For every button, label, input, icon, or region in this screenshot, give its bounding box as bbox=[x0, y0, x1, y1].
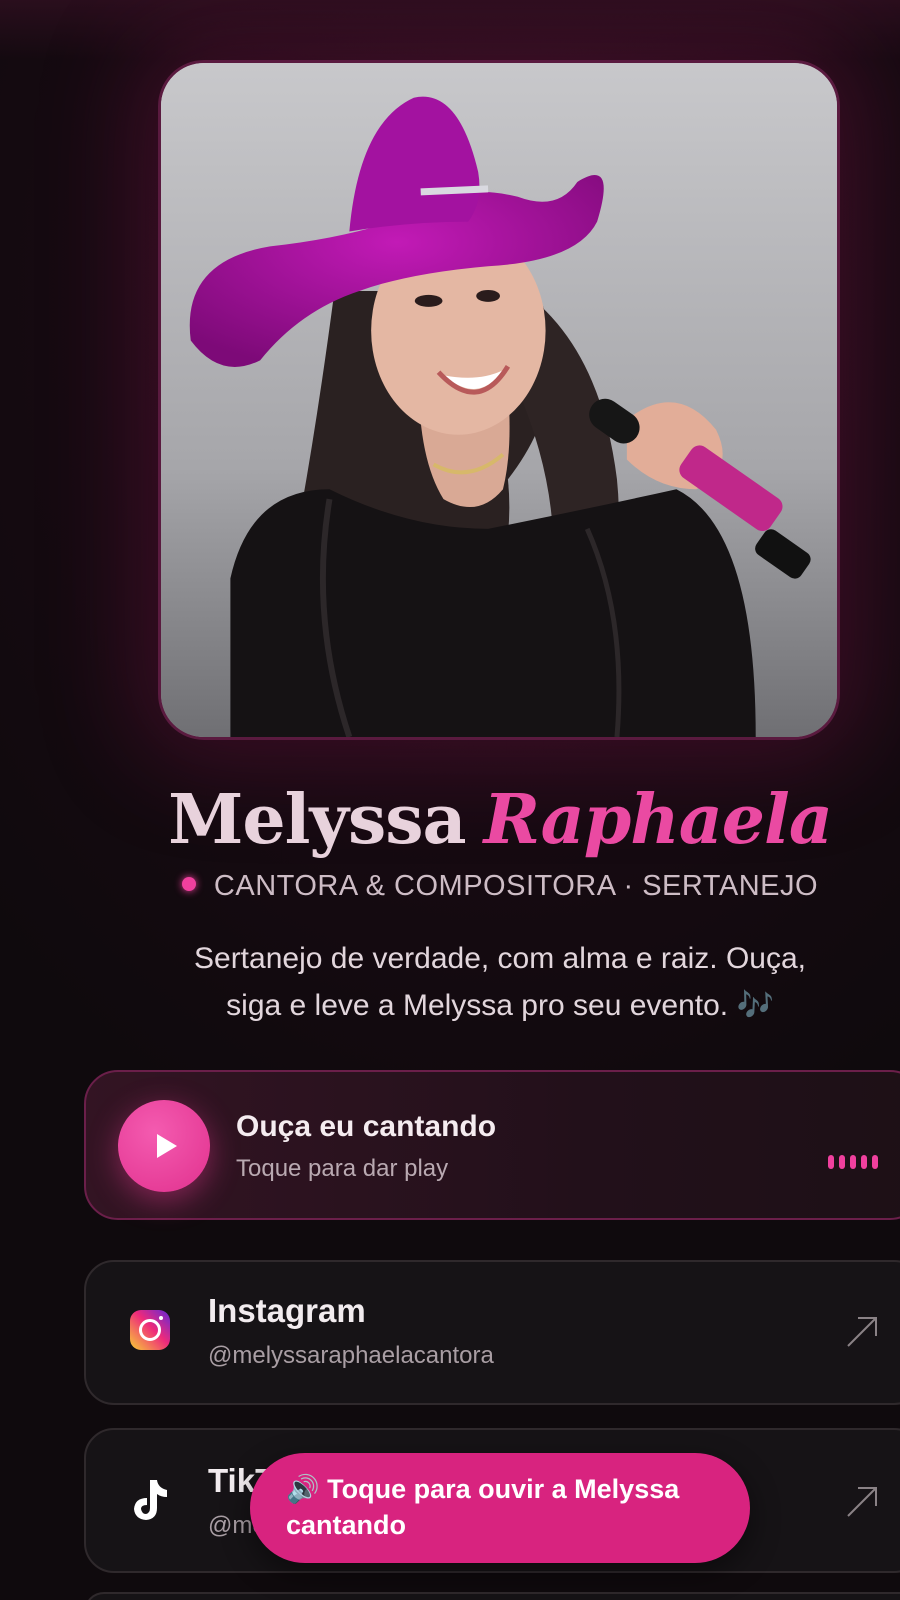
link-handle-instagram: @melyssaraphaelacantora bbox=[208, 1342, 494, 1369]
link-title-instagram: Instagram bbox=[208, 1292, 366, 1329]
external-link-arrow-icon bbox=[847, 1317, 877, 1347]
artist-tagline: CANTORA & COMPOSITORA · SERTANEJO bbox=[0, 870, 900, 903]
play-icon bbox=[157, 1134, 177, 1158]
bio-line: siga e leve a Melyssa pro seu evento. 🎶 bbox=[226, 989, 774, 1022]
artist-first-name: Melyssa bbox=[168, 780, 467, 860]
tiktok-icon bbox=[134, 1480, 167, 1520]
instagram-icon bbox=[130, 1310, 170, 1350]
player-title: Ouça eu cantando bbox=[236, 1110, 497, 1143]
play-button[interactable] bbox=[118, 1100, 210, 1192]
bio-line: Sertanejo de verdade, com alma e raiz. O… bbox=[194, 942, 806, 975]
equalizer-icon bbox=[828, 1155, 878, 1169]
listen-toast-button[interactable]: 🔊 Toque para ouvir a Melyssa cantando bbox=[250, 1453, 750, 1563]
artist-name: Melyssa Raphaela bbox=[0, 780, 900, 860]
external-link-arrow-icon bbox=[847, 1487, 877, 1517]
profile-photo bbox=[158, 60, 840, 740]
artist-last-name: Raphaela bbox=[483, 780, 833, 860]
artist-bio: Sertanejo de verdade, com alma e raiz. O… bbox=[150, 935, 850, 1029]
link-card-instagram[interactable] bbox=[84, 1260, 900, 1405]
player-subtitle: Toque para dar play bbox=[236, 1155, 449, 1182]
tagline-text: CANTORA & COMPOSITORA · SERTANEJO bbox=[213, 870, 819, 902]
live-dot-icon bbox=[181, 877, 196, 891]
link-card-next[interactable] bbox=[84, 1592, 900, 1600]
top-glow bbox=[0, 0, 900, 60]
